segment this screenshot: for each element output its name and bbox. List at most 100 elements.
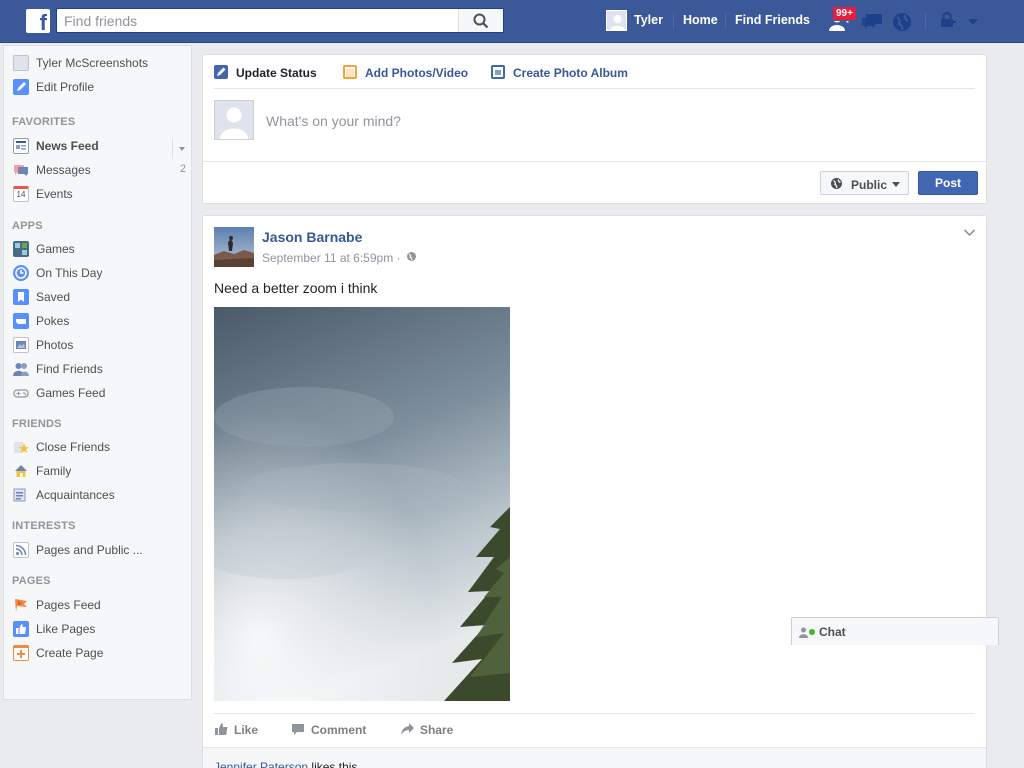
news-feed-options-button[interactable] [172, 139, 190, 159]
list-icon [13, 487, 29, 503]
story-photo[interactable] [214, 307, 510, 701]
sidebar-item-edit-profile[interactable]: Edit Profile [12, 78, 190, 96]
find-friends-link[interactable]: Find Friends [735, 13, 810, 27]
sidebar-item-label: Saved [36, 290, 71, 304]
audience-label: Public [851, 178, 888, 192]
share-arrow-icon [401, 723, 414, 735]
avatar [214, 100, 254, 140]
sidebar-item-label: Tyler McScreenshots [36, 56, 149, 70]
bookmark-icon [13, 289, 29, 305]
news-feed-icon [13, 138, 29, 154]
likes-suffix: likes this. [308, 760, 361, 768]
sidebar-item-label: Games [36, 242, 75, 256]
messages-icon [13, 162, 29, 178]
facebook-logo-icon[interactable]: f [26, 9, 50, 33]
tab-label: Add Photos/Video [365, 66, 469, 80]
friend-requests-badge: 99+ [832, 6, 857, 21]
thumbs-up-icon [13, 621, 29, 637]
pencil-icon [13, 79, 29, 95]
likes-summary: Jennifer Paterson likes this. [203, 747, 986, 768]
notifications-button[interactable] [891, 11, 915, 33]
top-navigation-bar: f Tyler Home Find Friends 99+ [0, 0, 1024, 43]
composer-footer: Public Post [203, 161, 986, 203]
sidebar-item-games-feed[interactable]: Games Feed [12, 384, 190, 402]
story-text: Need a better zoom i think [214, 280, 378, 296]
album-icon [491, 65, 505, 79]
gamepad-icon [13, 385, 29, 401]
pencil-icon [214, 65, 228, 79]
audience-selector-button[interactable]: Public [820, 171, 909, 195]
sidebar-item-family[interactable]: Family [12, 462, 190, 480]
sidebar-item-pokes[interactable]: Pokes [12, 312, 190, 330]
sidebar-item-label: Messages [36, 163, 91, 177]
chat-label: Chat [819, 625, 846, 639]
sidebar-item-label: Find Friends [36, 362, 103, 376]
sidebar-item-label: News Feed [36, 139, 99, 153]
messages-count: 2 [179, 163, 186, 175]
author-avatar[interactable] [214, 227, 254, 267]
sidebar-heading-interests: INTERESTS [12, 520, 76, 532]
sidebar-item-create-page[interactable]: Create Page [12, 644, 190, 662]
globe-icon [831, 178, 842, 189]
sidebar-item-profile[interactable]: Tyler McScreenshots [12, 54, 190, 72]
liker-link[interactable]: Jennifer Paterson [214, 760, 308, 768]
star-icon [13, 439, 29, 455]
sidebar-item-find-friends[interactable]: Find Friends [12, 360, 190, 378]
comment-icon [292, 724, 304, 735]
sidebar-heading-pages: PAGES [12, 575, 51, 587]
online-status-dot [809, 629, 815, 635]
thumbs-up-icon [215, 723, 228, 735]
like-label: Like [234, 723, 259, 737]
house-icon [13, 463, 29, 479]
status-input[interactable] [266, 111, 956, 131]
divider [925, 14, 926, 30]
chat-sidebar-tab[interactable]: Chat [791, 617, 999, 645]
feed-story: Jason Barnabe September 11 at 6:59pm · N… [202, 215, 987, 768]
chevron-down-icon [968, 19, 978, 25]
share-label: Share [420, 723, 454, 737]
sidebar-item-pages-and-public-figures[interactable]: Pages and Public ... [12, 541, 190, 559]
sidebar-item-acquaintances[interactable]: Acquaintances [12, 486, 190, 504]
search-button[interactable] [458, 9, 503, 32]
sidebar-item-saved[interactable]: Saved [12, 288, 190, 306]
find-friends-icon [13, 361, 29, 377]
sidebar-heading-favorites: FAVORITES [12, 116, 76, 128]
home-link[interactable]: Home [683, 13, 718, 27]
account-menu-button[interactable] [966, 11, 990, 33]
search-icon [473, 13, 489, 29]
story-author-link[interactable]: Jason Barnabe [262, 229, 362, 245]
sidebar-item-on-this-day[interactable]: On This Day [12, 264, 190, 282]
sidebar-item-label: Acquaintances [36, 488, 115, 502]
sidebar-item-news-feed[interactable]: News Feed [12, 137, 190, 155]
search-input[interactable] [57, 9, 457, 32]
sidebar-item-label: Pages Feed [36, 598, 101, 612]
chevron-down-icon[interactable] [963, 228, 976, 238]
sidebar-item-like-pages[interactable]: Like Pages [12, 620, 190, 638]
divider [214, 713, 975, 714]
divider [725, 13, 726, 29]
sidebar-item-pages-feed[interactable]: Pages Feed [12, 596, 190, 614]
sidebar-item-label: Close Friends [36, 440, 111, 454]
person-icon [799, 627, 808, 638]
user-name: Tyler [634, 13, 663, 27]
sidebar-item-games[interactable]: Games [12, 240, 190, 258]
camera-icon [343, 65, 357, 79]
likes-sentence: Jennifer Paterson likes this. [214, 760, 361, 768]
sidebar-item-label: Events [36, 187, 73, 201]
globe-icon [893, 13, 911, 31]
sidebar-item-label: On This Day [36, 266, 103, 280]
sidebar-item-messages[interactable]: Messages 2 [12, 161, 190, 179]
comment-label: Comment [311, 723, 367, 737]
sidebar-item-label: Create Page [36, 646, 104, 660]
chevron-down-icon [892, 182, 900, 187]
clock-icon [13, 265, 29, 281]
sidebar-item-close-friends[interactable]: Close Friends [12, 438, 190, 456]
sidebar-item-events[interactable]: 14 Events [12, 185, 190, 203]
story-timestamp[interactable]: September 11 at 6:59pm · [262, 251, 401, 265]
post-button[interactable]: Post [918, 171, 978, 195]
sidebar-item-photos[interactable]: Photos [12, 336, 190, 354]
rss-icon [13, 542, 29, 558]
privacy-shortcuts-button[interactable] [939, 11, 963, 33]
sidebar-item-label: Family [36, 464, 72, 478]
messages-button[interactable] [860, 11, 884, 33]
